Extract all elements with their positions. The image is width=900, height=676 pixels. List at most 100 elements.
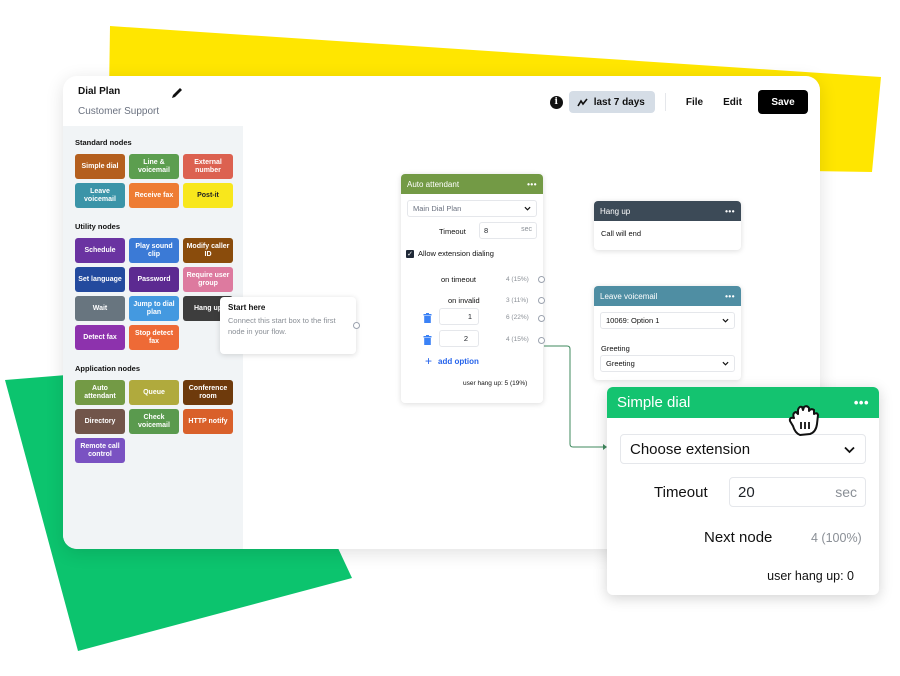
trash-icon[interactable]	[423, 335, 432, 345]
auto-attendant-header[interactable]: Auto attendant •••	[401, 174, 543, 194]
next-node-stat: 4 (100%)	[811, 531, 862, 545]
add-option-label: add option	[438, 356, 479, 366]
palette-node-external-number[interactable]: External number	[183, 154, 233, 179]
start-description: Connect this start box to the first node…	[228, 316, 336, 336]
save-button[interactable]: Save	[758, 90, 808, 114]
chevron-down-icon	[524, 206, 531, 211]
timeout-input[interactable]: 8 sec	[479, 222, 537, 239]
more-icon[interactable]: •••	[725, 292, 735, 301]
pencil-icon[interactable]	[170, 86, 184, 100]
greeting-select[interactable]: Greeting	[600, 355, 735, 372]
palette-node-conference-room[interactable]: Conference room	[183, 380, 233, 405]
palette-node-auto-attendant[interactable]: Auto attendant	[75, 380, 125, 405]
add-option-button[interactable]: + add option	[425, 354, 479, 368]
on-invalid-stat: 3 (11%)	[506, 297, 529, 304]
option-1-port[interactable]	[538, 315, 545, 322]
option-1-input[interactable]: 1	[439, 308, 479, 325]
greeting-value: Greeting	[606, 359, 635, 368]
utility-nodes: Schedule Play sound clip Modify caller ID S…	[75, 238, 233, 350]
palette-node-schedule[interactable]: Schedule	[75, 238, 125, 263]
palette-node-require-user-group[interactable]: Require user group	[183, 267, 233, 292]
palette-node-remote-call-control[interactable]: Remote call control	[75, 438, 125, 463]
start-output-port[interactable]	[353, 322, 360, 329]
auto-attendant-body: Main Dial Plan Timeout 8 sec ✓ Allow ext…	[401, 194, 545, 403]
info-icon[interactable]: i	[549, 95, 563, 109]
option-2-stat: 4 (15%)	[506, 336, 529, 343]
start-title: Start here	[228, 303, 266, 312]
trend-icon	[577, 98, 588, 106]
hang-up-header[interactable]: Hang up •••	[594, 201, 741, 221]
palette-node-detect-fax[interactable]: Detect fax	[75, 325, 125, 350]
palette-node-password[interactable]: Password	[129, 267, 179, 292]
more-icon[interactable]: •••	[854, 395, 869, 410]
palette-node-stop-detect-fax[interactable]: Stop detect fax	[129, 325, 179, 350]
timeout-label: Timeout	[654, 484, 708, 501]
option-2-input[interactable]: 2	[439, 330, 479, 347]
section-title-standard: Standard nodes	[75, 138, 132, 147]
next-node-label: Next node	[704, 529, 773, 546]
palette-node-http-notify[interactable]: HTTP notify	[183, 409, 233, 434]
option-2-value: 2	[463, 334, 468, 343]
palette-node-directory[interactable]: Directory	[75, 409, 125, 434]
timeout-value: 20	[738, 483, 755, 501]
chevron-down-icon	[844, 446, 855, 453]
extension-select[interactable]: Choose extension	[620, 434, 866, 464]
node-title: Simple dial	[617, 394, 691, 411]
timeout-label: Timeout	[439, 227, 466, 236]
user-hang-up-stat: user hang up: 0	[767, 569, 854, 583]
leave-voicemail-node[interactable]: Leave voicemail ••• 10069: Option 1 Gree…	[594, 286, 741, 380]
more-icon[interactable]: •••	[725, 207, 735, 216]
palette-node-jump-to-dial-plan[interactable]: Jump to dial plan	[129, 296, 179, 321]
timeout-input[interactable]: 20 sec	[729, 477, 866, 507]
palette-node-wait[interactable]: Wait	[75, 296, 125, 321]
on-timeout-port[interactable]	[538, 276, 545, 283]
node-palette: Standard nodes Simple dial Line & voicema…	[63, 126, 243, 549]
palette-node-check-voicemail[interactable]: Check voicemail	[129, 409, 179, 434]
date-range-button[interactable]: last 7 days	[568, 91, 655, 113]
more-icon[interactable]: •••	[527, 180, 537, 189]
file-menu[interactable]: File	[676, 97, 713, 108]
palette-node-simple-dial[interactable]: Simple dial	[75, 154, 125, 179]
trash-icon[interactable]	[423, 313, 432, 323]
palette-node-receive-fax[interactable]: Receive fax	[129, 183, 179, 208]
palette-node-play-sound-clip[interactable]: Play sound clip	[129, 238, 179, 263]
palette-node-line-voicemail[interactable]: Line & voicemail	[129, 154, 179, 179]
app-header: Dial Plan Customer Support i last 7 days…	[63, 76, 820, 126]
node-title: Hang up	[600, 206, 631, 216]
hang-up-node[interactable]: Hang up ••• Call will end	[594, 201, 741, 250]
mailbox-select[interactable]: 10069: Option 1	[600, 312, 735, 329]
aa-hang-up-stat: user hang up: 5 (19%)	[463, 380, 528, 387]
palette-node-set-language[interactable]: Set language	[75, 267, 125, 292]
start-node[interactable]: Start here Connect this start box to the…	[220, 297, 360, 354]
grab-cursor-icon	[788, 405, 819, 436]
application-nodes: Auto attendant Queue Conference room Direct…	[75, 380, 233, 463]
simple-dial-header[interactable]: Simple dial •••	[607, 387, 879, 418]
on-invalid-port[interactable]	[538, 297, 545, 304]
node-title: Leave voicemail	[600, 291, 658, 301]
palette-node-queue[interactable]: Queue	[129, 380, 179, 405]
palette-node-modify-caller-id[interactable]: Modify caller ID	[183, 238, 233, 263]
toolbar-divider	[664, 93, 666, 111]
edit-menu[interactable]: Edit	[713, 97, 752, 108]
allow-extension-checkbox[interactable]: ✓	[406, 250, 414, 258]
auto-attendant-node[interactable]: Auto attendant ••• Main Dial Plan Timeou…	[401, 174, 545, 403]
allow-extension-label: Allow extension dialing	[418, 249, 494, 258]
standard-nodes: Simple dial Line & voicemail External numb…	[75, 154, 233, 208]
leave-voicemail-header[interactable]: Leave voicemail •••	[594, 286, 741, 306]
palette-node-post-it[interactable]: Post-it	[183, 183, 233, 208]
timeout-unit: sec	[835, 484, 857, 500]
greeting-label: Greeting	[601, 344, 630, 353]
simple-dial-node[interactable]: Simple dial ••• Choose extension Timeout…	[607, 387, 879, 595]
option-2-port[interactable]	[538, 337, 545, 344]
dial-plan-select[interactable]: Main Dial Plan	[407, 200, 537, 217]
option-1-value: 1	[467, 312, 472, 321]
section-title-application: Application nodes	[75, 364, 141, 373]
plus-icon: +	[425, 354, 433, 368]
palette-node-leave-voicemail[interactable]: Leave voicemail	[75, 183, 125, 208]
extension-placeholder: Choose extension	[630, 440, 751, 458]
node-title: Auto attendant	[407, 179, 460, 189]
on-timeout-label: on timeout	[441, 275, 477, 284]
dial-plan-value: Main Dial Plan	[413, 204, 462, 213]
mailbox-value: 10069: Option 1	[606, 316, 660, 325]
page-title: Dial Plan	[78, 86, 121, 97]
